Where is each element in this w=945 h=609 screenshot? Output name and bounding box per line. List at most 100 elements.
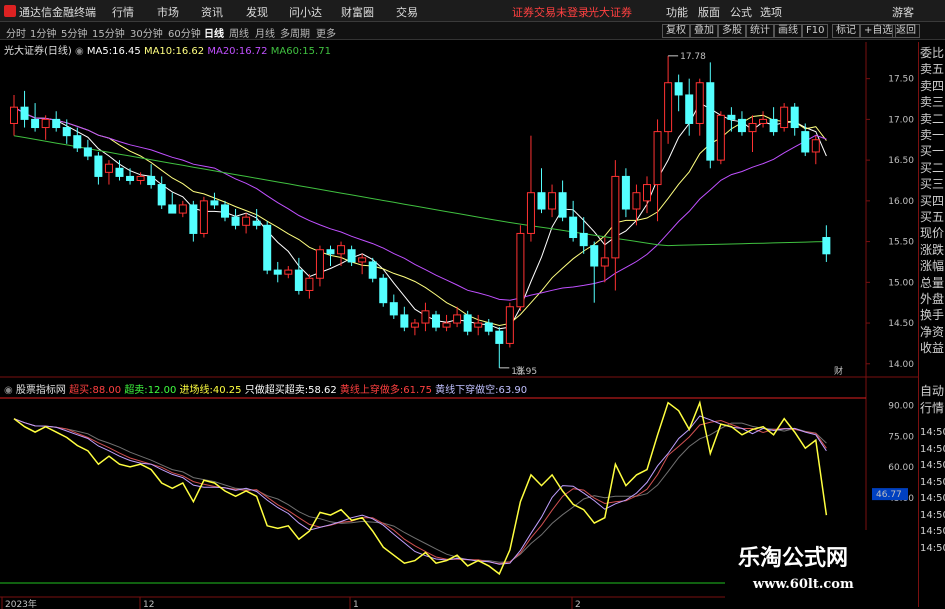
candle [94,151,103,185]
candle-body [294,269,303,291]
candle [569,200,578,242]
candle-body [252,220,261,226]
kline-chart[interactable]: 17.50 17.00 16.50 16.00 15.50 15.00 14.50 14.00… [0,0,945,609]
candle [737,111,746,136]
side-panel-item[interactable]: 14:50 [920,509,945,523]
candle [168,192,177,214]
side-panel-item[interactable]: 净资 [920,325,944,339]
candle-body [727,114,736,120]
candle-body [685,94,694,124]
side-panel-item[interactable]: 卖四 [920,79,944,93]
candle [62,119,71,144]
candle-body [748,122,757,133]
quote-side-panel: 委比卖五卖四卖三卖二卖一买一买二买三买四买五现价涨跌涨幅总量外盘换手净资收益自动… [918,42,945,607]
side-panel-item[interactable]: 卖五 [920,62,944,76]
candle-body [537,192,546,210]
candle-body [62,127,71,137]
ind-tick-label: 75.00 [888,432,914,442]
side-panel-item[interactable]: 14:50 [920,443,945,457]
candle-body [421,310,430,324]
candle [305,274,314,299]
side-panel-item[interactable]: 涨跌 [920,243,944,257]
moving-average-lines [13,102,827,330]
candle [822,225,831,262]
side-panel-item[interactable]: 收益 [920,341,944,355]
price-axis: 17.50 17.00 16.50 16.00 15.50 15.00 14.50 14.00 [866,75,914,370]
candle-body [315,249,324,279]
candle [674,74,683,112]
side-panel-item[interactable]: 外盘 [920,292,944,306]
side-panel-item[interactable]: 现价 [920,226,944,240]
ind-lavender-line [13,415,827,565]
candle-body [769,118,778,133]
side-panel-item[interactable]: 14:50 [920,459,945,473]
ind-current-label: 46.77 [876,490,902,500]
candle-body [221,204,229,218]
candle-body [474,322,483,328]
side-panel-item[interactable]: 换手 [920,308,944,322]
candle-body [801,131,810,153]
ma10-line [13,106,827,327]
candle-body [695,82,704,124]
side-panel-item[interactable]: 委比 [920,46,944,60]
side-panel-item[interactable]: 行情 [920,401,944,415]
side-panel-item[interactable]: 买四 [920,194,944,208]
candle-body [337,245,346,255]
side-panel-item[interactable]: 买五 [920,210,944,224]
rise-mark: 涨 [516,366,525,377]
side-panel-item[interactable]: 总量 [920,276,944,290]
side-panel-item[interactable]: 卖三 [920,95,944,109]
candle-body [178,204,187,214]
candle-body [347,249,356,263]
side-panel-item[interactable]: 买一 [920,144,944,158]
candle [147,164,156,189]
candle-body [737,118,746,133]
candles [10,55,831,368]
candle-body [822,237,831,255]
candle [759,111,768,128]
candle-body [83,147,92,157]
date-label: 2023年 [5,598,37,609]
candle-body [621,175,630,210]
candle-body [52,118,61,129]
candle [600,237,609,283]
indicator-axis: 90.0075.0060.0045.0046.77 [872,402,914,504]
candle-body [73,135,82,149]
side-panel-item[interactable]: 卖一 [920,128,944,142]
candle-body [569,216,578,239]
side-panel-item[interactable]: 涨幅 [920,259,944,273]
side-panel-item[interactable]: 14:50 [920,525,945,539]
side-panel-item[interactable]: 14:50 [920,542,945,556]
candle [442,314,451,332]
candle [315,245,324,287]
side-panel-item[interactable]: 14:50 [920,476,945,490]
candle [189,200,198,242]
candle [790,103,799,136]
candle [664,55,673,144]
price-tick-label: 16.00 [888,197,914,207]
candle-body [716,114,725,161]
candle-body [653,131,662,186]
candle-body [442,322,451,328]
side-panel-item[interactable]: 自动 [920,384,944,398]
side-panel-item[interactable]: 14:50 [920,426,945,440]
date-label: 12 [143,600,154,609]
candle-body [210,200,219,206]
candle-body [759,118,768,124]
side-panel-item[interactable]: 买三 [920,177,944,191]
candle-body [136,175,145,181]
candle-body [453,314,462,324]
candle-body [31,118,40,129]
ind-tick-label: 90.00 [888,402,914,412]
date-label: 2 [575,600,581,609]
candle-body [526,192,535,234]
ind-gray-line [13,418,827,563]
side-panel-item[interactable]: 14:50 [920,492,945,506]
price-tick-label: 15.00 [888,278,914,288]
candle [52,111,61,132]
side-panel-item[interactable]: 买二 [920,161,944,175]
candle [548,184,557,218]
candle-body [400,314,409,328]
side-panel-item[interactable]: 卖二 [920,112,944,126]
candle [537,168,546,214]
